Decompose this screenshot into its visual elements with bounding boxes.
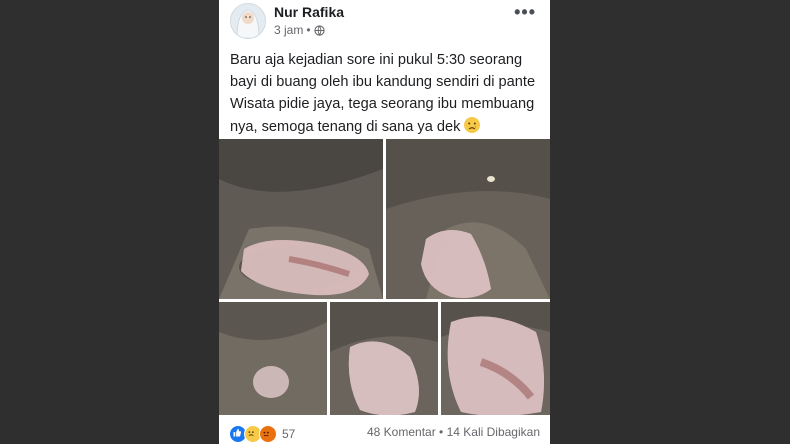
avatar-image-icon [231, 4, 265, 38]
avatar[interactable] [230, 3, 266, 39]
crying-face-emoji-icon [464, 116, 481, 133]
post-meta: 3 jam • [274, 23, 325, 37]
photo-2[interactable] [386, 139, 550, 299]
post-footer: 57 48 Komentar • 14 Kali Dibagikan [219, 418, 550, 444]
post-text-block: Baru aja kejadian sore ini pukul 5:30 se… [230, 49, 542, 138]
photo-1[interactable] [219, 139, 383, 299]
author-name[interactable]: Nur Rafika [274, 4, 344, 20]
reaction-count: 57 [282, 427, 296, 441]
post-time[interactable]: 3 jam [274, 23, 303, 37]
post-stats: 48 Komentar • 14 Kali Dibagikan [367, 425, 540, 439]
meta-separator: • [306, 23, 311, 37]
post-card: Nur Rafika 3 jam • ••• Baru aja kejadian… [219, 0, 550, 444]
photo-grid [219, 139, 550, 415]
shares-count-link[interactable]: 14 Kali Dibagikan [447, 425, 540, 439]
globe-icon [313, 24, 325, 36]
stats-separator: • [439, 425, 444, 439]
photo-5[interactable] [441, 302, 550, 415]
photo-3[interactable] [219, 302, 327, 415]
more-options-icon[interactable]: ••• [514, 2, 536, 23]
post-header: Nur Rafika 3 jam • ••• [219, 0, 550, 44]
reaction-summary[interactable]: 57 [229, 425, 295, 443]
photo-4[interactable] [330, 302, 438, 415]
angry-reaction-icon [259, 425, 277, 443]
comments-count-link[interactable]: 48 Komentar [367, 425, 436, 439]
post-text: Baru aja kejadian sore ini pukul 5:30 se… [230, 52, 536, 135]
